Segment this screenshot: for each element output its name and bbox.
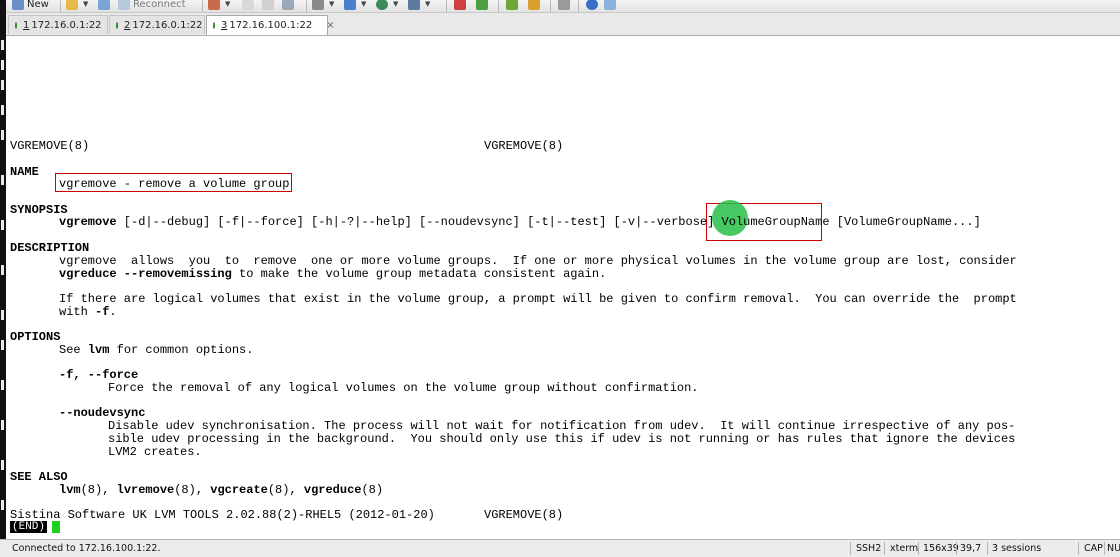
reconnect-icon bbox=[118, 0, 130, 10]
description-line-4: with -f. bbox=[59, 305, 117, 319]
close-tab-icon[interactable]: × bbox=[326, 20, 334, 31]
connection-status: Connected to 172.16.100.1:22. bbox=[12, 543, 161, 554]
speech-bubble-icon bbox=[604, 0, 616, 10]
pager-end-indicator: (END) bbox=[10, 521, 48, 533]
help-button[interactable] bbox=[586, 0, 601, 11]
open-folder-button[interactable]: ▼ bbox=[66, 0, 88, 11]
magnifier-icon bbox=[282, 0, 294, 10]
copy-icon bbox=[242, 0, 254, 10]
option-noudevsync-desc-2: sible udev processing in the background.… bbox=[108, 432, 1016, 446]
tunnel-button[interactable] bbox=[476, 0, 491, 11]
folder-icon bbox=[66, 0, 78, 10]
connected-status-icon bbox=[116, 21, 118, 29]
protocol-indicator: SSH2 bbox=[856, 543, 882, 554]
terminal-screen[interactable]: VGREMOVE(8) VGREMOVE(8) NAME vgremove - … bbox=[6, 36, 1120, 539]
keyboard-button[interactable] bbox=[558, 0, 573, 11]
terminal-size-indicator: 156x39 bbox=[923, 543, 959, 554]
terminal-cursor bbox=[52, 521, 60, 533]
fullscreen-icon bbox=[506, 0, 518, 10]
tab-session-3[interactable]: 3 172.16.100.1:22 × bbox=[206, 15, 335, 35]
connected-status-icon bbox=[15, 21, 17, 29]
option-noudevsync-desc-3: LVM2 creates. bbox=[108, 445, 202, 459]
toolbar: New ▼ Reconnect ▼ ▼ ▼ ▼ ▼ bbox=[6, 0, 1120, 13]
print-button[interactable]: ▼ bbox=[312, 0, 334, 11]
properties-button[interactable]: ▼ bbox=[208, 0, 230, 11]
xftp-button[interactable] bbox=[454, 0, 469, 11]
man-header-right: VGREMOVE(8) bbox=[484, 139, 564, 153]
name-text: vgremove - remove a volume group bbox=[59, 177, 290, 191]
description-line-2: vgreduce --removemissing to make the vol… bbox=[59, 267, 607, 281]
globe-button[interactable]: ▼ bbox=[376, 0, 398, 11]
keyboard-icon bbox=[558, 0, 570, 10]
see-also-list: lvm(8), lvremove(8), vgcreate(8), vgredu… bbox=[59, 483, 384, 497]
plug-icon bbox=[98, 0, 110, 10]
copy-button[interactable] bbox=[242, 0, 257, 11]
option-force-description: Force the removal of any logical volumes… bbox=[108, 381, 699, 395]
synopsis-line: vgremove [-d|--debug] [-f|--force] [-h|-… bbox=[59, 215, 981, 229]
palette-icon bbox=[344, 0, 356, 10]
sessions-count[interactable]: 3 sessions bbox=[992, 543, 1041, 554]
name-heading: NAME bbox=[10, 165, 39, 179]
lock-button[interactable] bbox=[528, 0, 543, 11]
caps-lock-indicator: CAP bbox=[1084, 543, 1103, 554]
man-footer-right: VGREMOVE(8) bbox=[484, 508, 564, 522]
new-button[interactable]: New bbox=[12, 0, 49, 11]
green-app-icon bbox=[476, 0, 488, 10]
color-scheme-button[interactable]: ▼ bbox=[344, 0, 366, 11]
num-lock-indicator: NU bbox=[1107, 543, 1120, 554]
tools-button[interactable]: ▼ bbox=[408, 0, 430, 11]
man-header-left: VGREMOVE(8) bbox=[10, 139, 90, 153]
globe-icon bbox=[376, 0, 388, 10]
lock-icon bbox=[528, 0, 540, 10]
tools-icon bbox=[408, 0, 420, 10]
reconnect-button[interactable]: Reconnect bbox=[118, 0, 186, 11]
status-bar: Connected to 172.16.100.1:22. SSH2 xterm… bbox=[0, 539, 1120, 557]
find-button[interactable] bbox=[282, 0, 297, 11]
options-heading: OPTIONS bbox=[10, 330, 61, 344]
fullscreen-button[interactable] bbox=[506, 0, 521, 11]
cursor-position-indicator: 39,7 bbox=[960, 543, 982, 554]
tab-session-1[interactable]: 1 172.16.0.1:22 bbox=[8, 15, 108, 34]
tab-session-2[interactable]: 2 172.16.0.1:22 bbox=[109, 15, 205, 34]
connected-status-icon bbox=[213, 22, 215, 29]
properties-icon bbox=[208, 0, 220, 10]
man-footer-left: Sistina Software UK LVM TOOLS 2.02.88(2)… bbox=[10, 508, 435, 522]
terminal-type-indicator: xterm bbox=[890, 543, 919, 554]
paste-icon bbox=[262, 0, 274, 10]
chat-button[interactable] bbox=[604, 0, 619, 11]
new-session-icon bbox=[12, 0, 24, 10]
paste-button[interactable] bbox=[262, 0, 277, 11]
description-line-3: If there are logical volumes that exist … bbox=[59, 292, 1017, 306]
help-icon bbox=[586, 0, 598, 10]
connect-button[interactable] bbox=[98, 0, 113, 11]
session-tab-bar: 1 172.16.0.1:22 2 172.16.0.1:22 3 172.16… bbox=[6, 13, 1120, 36]
options-see-lvm: See lvm for common options. bbox=[59, 343, 254, 357]
printer-icon bbox=[312, 0, 324, 10]
red-app-icon bbox=[454, 0, 466, 10]
